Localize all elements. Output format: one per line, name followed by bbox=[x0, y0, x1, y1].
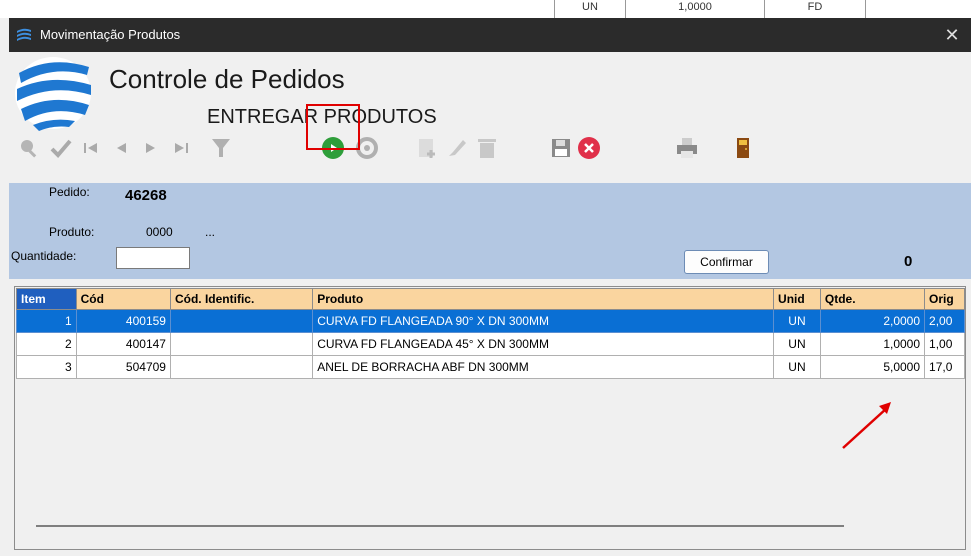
column-header-cod-identific[interactable]: Cód. Identific. bbox=[169, 288, 314, 310]
cell-produto: ANEL DE BORRACHA ABF DN 300MM bbox=[312, 355, 775, 379]
cell-cod-identific bbox=[169, 332, 314, 356]
quantidade-input[interactable] bbox=[116, 247, 190, 269]
prev-icon[interactable] bbox=[109, 136, 133, 160]
table-header-row: Item Cód Cód. Identific. Produto Unid Qt… bbox=[16, 288, 965, 310]
bg-cell-fd: FD bbox=[764, 0, 865, 18]
cell-unid: UN bbox=[773, 332, 821, 356]
cell-cod-identific bbox=[169, 309, 314, 333]
next-icon[interactable] bbox=[139, 136, 163, 160]
table-row[interactable]: 2 400147 CURVA FD FLANGEADA 45° X DN 300… bbox=[16, 332, 965, 356]
edit-icon[interactable] bbox=[445, 136, 469, 160]
cell-item: 3 bbox=[16, 355, 77, 379]
annotation-arrow-icon bbox=[842, 402, 891, 449]
pedido-value: 46268 bbox=[125, 187, 167, 204]
search-icon[interactable] bbox=[17, 136, 41, 160]
cell-qtde: 2,0000 bbox=[819, 309, 926, 333]
order-form-panel: Pedido: 46268 Produto: 0000 ... Quantida… bbox=[9, 183, 971, 279]
quantidade-label: Quantidade: bbox=[11, 249, 77, 263]
cell-cod: 504709 bbox=[75, 355, 171, 379]
confirm-button[interactable]: Confirmar bbox=[684, 250, 769, 274]
app-logo-icon bbox=[15, 26, 33, 44]
print-icon[interactable] bbox=[675, 136, 699, 160]
play-icon-highlight bbox=[306, 104, 360, 150]
background-window-strip: UN 1,0000 FD bbox=[0, 0, 971, 18]
column-header-item[interactable]: Item bbox=[16, 288, 77, 310]
company-logo-icon bbox=[11, 55, 101, 131]
cancel-icon[interactable] bbox=[577, 136, 601, 160]
products-grid[interactable]: Item Cód Cód. Identific. Produto Unid Qt… bbox=[14, 286, 966, 550]
table-row[interactable]: 1 400159 CURVA FD FLANGEADA 90° X DN 300… bbox=[16, 309, 965, 333]
item-count: 0 bbox=[904, 253, 913, 270]
toolbar bbox=[9, 128, 971, 168]
bg-cell-empty bbox=[865, 0, 966, 18]
exit-door-icon[interactable] bbox=[731, 136, 755, 160]
cell-orig: 2,00 bbox=[924, 309, 965, 333]
add-icon[interactable] bbox=[415, 136, 439, 160]
column-header-orig[interactable]: Orig bbox=[924, 288, 965, 310]
bg-cell-unid: UN bbox=[554, 0, 625, 18]
cell-item: 1 bbox=[16, 309, 77, 333]
movimentacao-window: Movimentação Produtos ✕ Controle de Pedi… bbox=[9, 18, 971, 556]
page-title: Controle de Pedidos bbox=[109, 64, 345, 94]
first-icon[interactable] bbox=[79, 136, 103, 160]
cell-orig: 1,00 bbox=[924, 332, 965, 356]
cell-cod-identific bbox=[169, 355, 314, 379]
title-bar[interactable]: Movimentação Produtos ✕ bbox=[9, 18, 971, 52]
delete-icon[interactable] bbox=[475, 136, 499, 160]
column-header-unid[interactable]: Unid bbox=[773, 288, 821, 310]
horizontal-scrollbar[interactable] bbox=[36, 525, 844, 527]
cell-unid: UN bbox=[773, 309, 821, 333]
cell-qtde: 1,0000 bbox=[819, 332, 926, 356]
cell-qtde: 5,0000 bbox=[819, 355, 926, 379]
close-icon[interactable]: ✕ bbox=[939, 22, 965, 48]
cell-unid: UN bbox=[773, 355, 821, 379]
column-header-cod[interactable]: Cód bbox=[75, 288, 171, 310]
save-icon[interactable] bbox=[549, 136, 573, 160]
produto-description: ... bbox=[205, 225, 216, 239]
cell-cod: 400159 bbox=[75, 309, 171, 333]
cell-produto: CURVA FD FLANGEADA 45° X DN 300MM bbox=[312, 332, 775, 356]
cell-item: 2 bbox=[16, 332, 77, 356]
produto-value: 0000 bbox=[146, 225, 173, 239]
cell-cod: 400147 bbox=[75, 332, 171, 356]
column-header-produto[interactable]: Produto bbox=[312, 288, 775, 310]
products-table: Item Cód Cód. Identific. Produto Unid Qt… bbox=[16, 288, 965, 379]
column-header-qtde[interactable]: Qtde. bbox=[819, 288, 926, 310]
cell-produto: CURVA FD FLANGEADA 90° X DN 300MM bbox=[312, 309, 775, 333]
cell-orig: 17,0 bbox=[924, 355, 965, 379]
filter-icon[interactable] bbox=[209, 136, 233, 160]
produto-label: Produto: bbox=[49, 225, 95, 239]
pedido-label: Pedido: bbox=[49, 185, 90, 199]
check-icon[interactable] bbox=[49, 136, 73, 160]
table-row[interactable]: 3 504709 ANEL DE BORRACHA ABF DN 300MM U… bbox=[16, 355, 965, 379]
bg-cell-qtde: 1,0000 bbox=[625, 0, 764, 18]
window-title: Movimentação Produtos bbox=[40, 27, 181, 42]
last-icon[interactable] bbox=[169, 136, 193, 160]
